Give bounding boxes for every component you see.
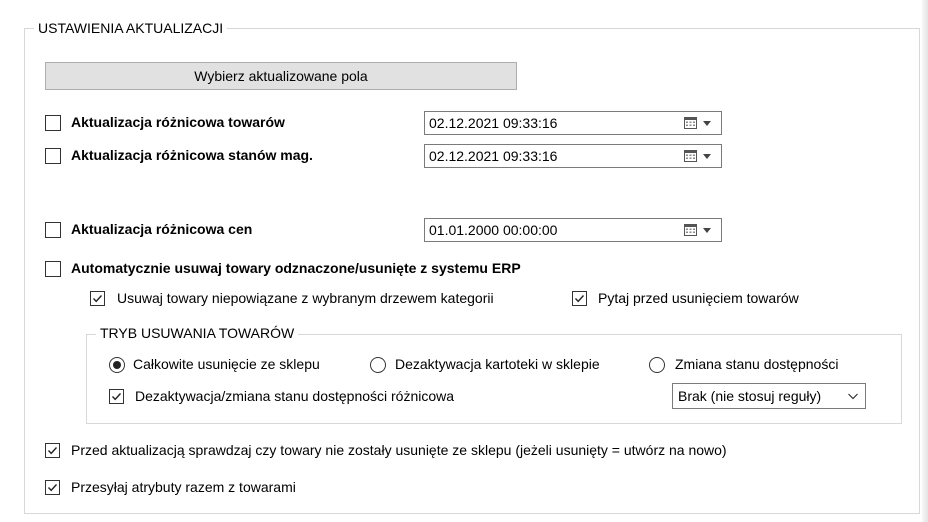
diff-deactivation-label: Dezaktywacja/zmiana stanu dostępności ró… — [135, 388, 455, 404]
radio-availability-change-label: Zmiana stanu dostępności — [675, 356, 839, 372]
diff-prices-label: Aktualizacja różnicowa cen — [71, 221, 253, 237]
send-attributes-checkbox[interactable] — [45, 480, 60, 495]
dropdown-arrow-icon[interactable] — [703, 228, 711, 233]
chevron-down-icon[interactable] — [847, 390, 859, 402]
diff-stock-checkbox[interactable] — [45, 148, 61, 164]
rule-select[interactable]: Brak (nie stosuj reguły) — [672, 383, 866, 409]
diff-stock-label: Aktualizacja różnicowa stanów mag. — [71, 147, 313, 163]
send-attributes-label: Przesyłaj atrybuty razem z towarami — [71, 479, 296, 495]
calendar-icon[interactable] — [684, 224, 697, 236]
diff-prices-date-value: 01.01.2000 00:00:00 — [429, 222, 558, 238]
diff-products-checkbox[interactable] — [45, 115, 61, 131]
rule-select-value: Brak (nie stosuj reguły) — [678, 388, 822, 404]
diff-stock-date-value: 02.12.2021 09:33:16 — [429, 148, 558, 164]
check-deleted-checkbox[interactable] — [45, 443, 60, 458]
calendar-icon[interactable] — [684, 117, 697, 129]
checkmark-icon — [92, 295, 103, 303]
panel-edge — [922, 0, 928, 522]
auto-delete-label: Automatycznie usuwaj towary odznaczone/u… — [71, 260, 521, 276]
ask-before-delete-label: Pytaj przed usunięciem towarów — [598, 290, 799, 306]
diff-products-date-value: 02.12.2021 09:33:16 — [429, 115, 558, 131]
checkmark-icon — [47, 447, 58, 455]
delete-mode-group — [86, 334, 902, 424]
diff-deactivation-checkbox[interactable] — [109, 389, 124, 404]
diff-products-label: Aktualizacja różnicowa towarów — [71, 114, 285, 130]
select-fields-button[interactable]: Wybierz aktualizowane pola — [45, 62, 517, 90]
radio-deactivate[interactable] — [370, 357, 386, 373]
diff-stock-date-picker[interactable]: 02.12.2021 09:33:16 — [424, 144, 722, 168]
radio-full-delete-label: Całkowite usunięcie ze sklepu — [133, 356, 320, 372]
checkmark-icon — [574, 295, 585, 303]
diff-prices-date-picker[interactable]: 01.01.2000 00:00:00 — [424, 218, 722, 242]
group-title: USTAWIENIA AKTUALIZACJI — [34, 20, 228, 36]
radio-availability-change[interactable] — [649, 357, 665, 373]
dropdown-arrow-icon[interactable] — [703, 121, 711, 126]
delete-unrelated-checkbox[interactable] — [90, 291, 105, 306]
radio-full-delete[interactable] — [109, 357, 125, 373]
radio-deactivate-label: Dezaktywacja kartoteki w sklepie — [395, 356, 600, 372]
diff-prices-checkbox[interactable] — [45, 222, 61, 238]
delete-mode-title: TRYB USUWANIA TOWARÓW — [96, 325, 299, 341]
checkmark-icon — [47, 484, 58, 492]
delete-unrelated-label: Usuwaj towary niepowiązane z wybranym dr… — [117, 290, 494, 306]
checkmark-icon — [111, 393, 122, 401]
calendar-icon[interactable] — [684, 150, 697, 162]
dropdown-arrow-icon[interactable] — [703, 154, 711, 159]
check-deleted-label: Przed aktualizacją sprawdzaj czy towary … — [71, 442, 727, 458]
auto-delete-checkbox[interactable] — [45, 261, 61, 277]
diff-products-date-picker[interactable]: 02.12.2021 09:33:16 — [424, 111, 722, 135]
ask-before-delete-checkbox[interactable] — [572, 291, 587, 306]
